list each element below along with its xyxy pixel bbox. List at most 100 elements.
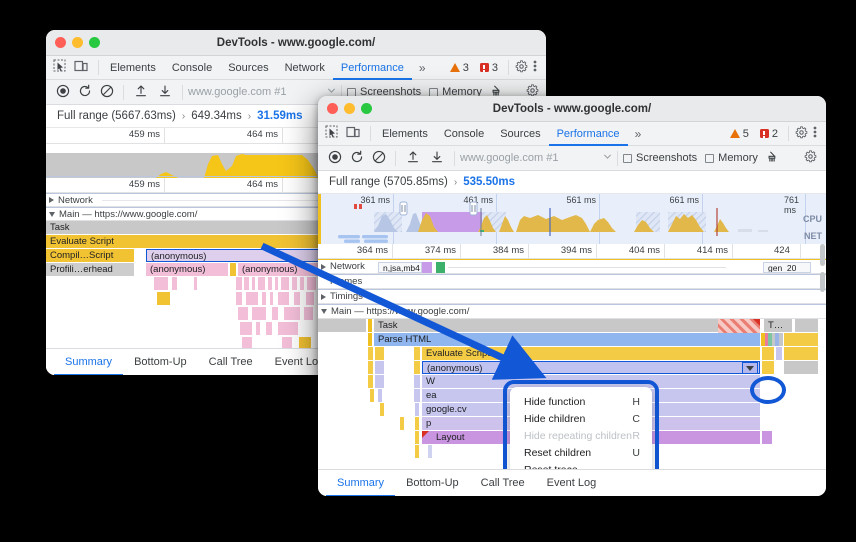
flame-block-marker[interactable] [368,319,372,332]
inspect-element-icon[interactable] [53,59,67,76]
breadcrumb-mid[interactable]: 649.34ms [191,110,242,122]
front-timeline-overview[interactable]: 361 ms 461 ms 561 ms 661 ms 761 ms [318,194,826,244]
more-tabs-icon[interactable]: » [412,61,432,75]
front-bottom-tabs[interactable]: Summary Bottom-Up Call Tree Event Log [318,469,826,496]
record-icon[interactable] [324,150,346,167]
flame-block-purple[interactable] [375,361,384,374]
network-request-chip[interactable]: n,jsa,mb4 [378,262,422,273]
more-tabs-icon[interactable]: » [628,127,648,141]
flame-block-marker[interactable] [414,361,420,374]
flame-block-marker[interactable] [415,431,419,444]
reload-record-icon[interactable] [346,150,368,167]
front-traffic-lights[interactable] [318,103,372,114]
minimize-window-button[interactable] [72,37,83,48]
flame-block-compile-script[interactable]: Compil…Script [46,249,134,262]
download-profile-icon[interactable] [153,84,177,101]
bottom-tab-bottom-up[interactable]: Bottom-Up [123,349,198,376]
network-bar-purple[interactable] [422,262,432,273]
flame-block-task-right[interactable]: T… [764,319,792,332]
network-bar-green[interactable] [436,262,445,273]
front-scrollbar-thumb-top[interactable] [820,244,825,266]
chevron-down-icon[interactable] [49,212,55,217]
bottom-tab-summary[interactable]: Summary [326,470,395,497]
flame-block-purple[interactable] [414,375,420,388]
bottom-tab-event-log[interactable]: Event Log [536,470,608,497]
tab-network[interactable]: Network [277,56,333,80]
bottom-tab-call-tree[interactable]: Call Tree [198,349,264,376]
chevron-right-icon[interactable] [49,197,54,203]
menu-item-hide-function[interactable]: Hide function H [510,393,652,410]
flame-dropdown-button[interactable] [742,362,758,374]
track-timings[interactable]: Timings [318,289,826,304]
tab-console[interactable]: Console [436,122,492,146]
record-icon[interactable] [52,84,74,101]
profile-selector[interactable]: www.google.com #1 [188,86,336,98]
bottom-tab-bottom-up[interactable]: Bottom-Up [395,470,470,497]
tab-sources[interactable]: Sources [220,56,276,80]
chevron-down-icon[interactable] [321,309,327,314]
device-toolbar-icon[interactable] [74,59,88,76]
chevron-right-icon[interactable] [321,264,326,270]
collect-garbage-icon[interactable] [766,150,780,167]
breadcrumb-full-range[interactable]: Full range (5667.63ms) [57,110,176,122]
front-issue-counters[interactable]: 5 2 [726,125,826,142]
tab-performance[interactable]: Performance [549,122,628,146]
maximize-window-button[interactable] [89,37,100,48]
front-performance-toolbar[interactable]: www.google.com #1 Screenshots Memory [318,146,826,171]
upload-profile-icon[interactable] [129,84,153,101]
flame-block-marker[interactable] [368,361,373,374]
flame-block-marker[interactable] [368,375,373,388]
flame-block-yellow[interactable] [784,333,818,346]
flame-block-anonymous-selected[interactable]: (anonymous) [422,361,760,374]
tab-elements[interactable]: Elements [102,56,164,80]
flame-block-thin[interactable] [428,445,432,458]
flame-block-yellow[interactable] [784,347,818,360]
flame-block-marker[interactable] [375,347,384,360]
flame-block-task-far-right[interactable] [795,319,818,332]
flame-block-tick[interactable] [779,333,783,346]
maximize-window-button[interactable] [361,103,372,114]
front-panel-tabstrip[interactable]: Elements Console Sources Performance » 5… [318,122,826,146]
memory-checkbox[interactable]: Memory [705,152,758,164]
bottom-tab-summary[interactable]: Summary [54,349,123,376]
track-main[interactable]: Main — https://www.google.com/ [318,304,826,319]
error-counter[interactable]: 3 [476,62,502,74]
chevron-down-icon[interactable] [603,152,612,164]
flame-row[interactable]: Evaluate Script [318,347,826,361]
close-window-button[interactable] [55,37,66,48]
back-traffic-lights[interactable] [46,37,100,48]
warning-counter[interactable]: 3 [446,62,473,74]
warning-counter[interactable]: 5 [726,128,753,140]
close-window-button[interactable] [327,103,338,114]
gear-icon[interactable] [795,126,808,142]
flame-block-grey[interactable] [784,361,818,374]
minimize-window-button[interactable] [344,103,355,114]
track-network[interactable]: Network n,jsa,mb4 gen_20 [318,259,826,274]
flame-block-anonymous[interactable]: (anonymous) [146,263,228,276]
flame-block-task-left[interactable] [318,319,366,332]
flame-row[interactable]: Parse HTML [318,333,826,347]
flame-block-marker[interactable] [414,347,420,360]
tab-sources[interactable]: Sources [492,122,548,146]
kebab-menu-icon[interactable] [531,59,542,76]
flame-block-marker[interactable] [370,389,374,402]
flame-block-marker[interactable] [380,403,384,416]
flame-block-task[interactable]: Task [374,319,760,332]
error-counter[interactable]: 2 [756,128,782,140]
front-breadcrumb[interactable]: Full range (5705.85ms) › 535.50ms [318,171,826,194]
screenshots-checkbox[interactable]: Screenshots [623,152,697,164]
download-profile-icon[interactable] [425,150,449,167]
flame-row[interactable]: Task T… [318,319,826,333]
device-toolbar-icon[interactable] [346,125,360,142]
flame-block-evaluate-script[interactable]: Evaluate Script [422,347,760,360]
kebab-menu-icon[interactable] [811,125,822,142]
flame-row[interactable]: (anonymous) [318,361,826,375]
chevron-right-icon[interactable] [321,294,326,300]
network-request-chip-right[interactable]: gen_20 [763,262,811,273]
flame-block-marker[interactable] [415,417,419,430]
inspect-element-icon[interactable] [325,125,339,142]
tab-elements[interactable]: Elements [374,122,436,146]
flame-block-parse-html[interactable]: Parse HTML [374,333,760,346]
gear-icon[interactable] [515,60,528,76]
flame-block-small[interactable] [230,263,236,276]
